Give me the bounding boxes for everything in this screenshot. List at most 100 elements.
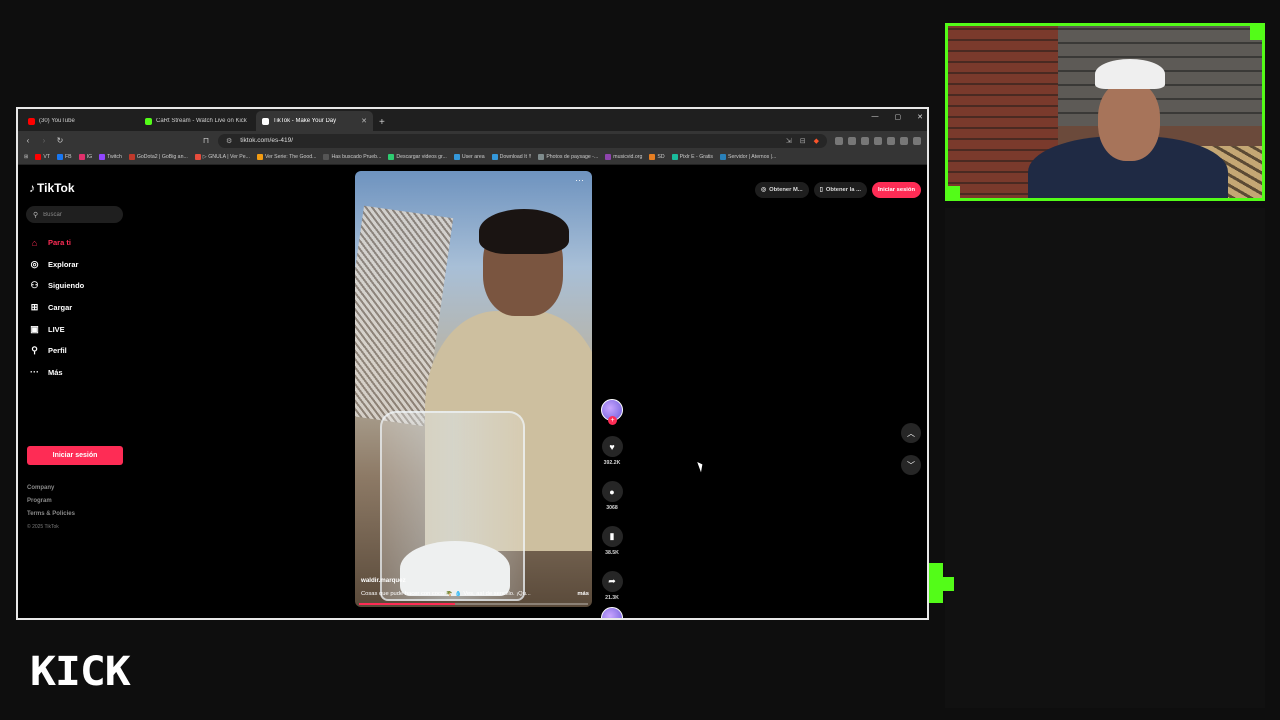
more-options-icon[interactable]: ··· [575,175,584,185]
back-icon[interactable]: ‹ [24,136,32,145]
bookmark-item[interactable]: Has buscado Prueb... [323,154,381,160]
extension-icon[interactable] [848,136,856,145]
translate-icon[interactable]: ⊟ [800,137,806,145]
bookmark-item[interactable]: Twitch [99,154,122,160]
bookmark-label: Download It !! [499,154,532,160]
bookmark-icon[interactable]: ⊓ [202,136,210,145]
sidebar-item-label: Cargar [48,303,73,313]
browser-toolbar: ‹ › ↻ ⊓ ⚙ tiktok.com/es-419/ ⇲ ⊟ ◆ [18,131,927,150]
tab-kick[interactable]: CaRt Stream - Watch Live on Kick [139,111,256,131]
bookmark-label: Servidor | Aternos |... [728,154,777,160]
search-input[interactable] [43,211,114,218]
share-icon[interactable]: ⇲ [786,137,792,145]
sidebar-item-cargar[interactable]: ⊞ Cargar [29,297,84,319]
video-username[interactable]: waldir.marquez [361,577,406,584]
login-button[interactable]: Iniciar sesión [27,446,123,465]
favicon-icon [78,154,85,160]
sidebar-item-label: Para ti [48,238,71,248]
logo-text: TikTok [37,181,75,195]
get-desktop-button[interactable]: ▯ Obtener la ... [813,182,867,198]
address-bar[interactable]: ⚙ tiktok.com/es-419/ ⇲ ⊟ ◆ [218,133,827,148]
bookmark-item[interactable]: GoDota2 | GoBig an... [128,154,188,160]
video-player[interactable]: ··· waldir.marquez Cosas que pude hacer … [355,171,592,607]
caption-more-link[interactable]: más [577,591,589,597]
bookmark-item[interactable]: SD [649,154,665,160]
bookmark-label: Descargar videos gr... [396,154,447,160]
tab-youtube[interactable]: (30) YouTube [22,111,139,131]
search-box[interactable]: ⚲ [26,206,123,223]
tab-label: (30) YouTube [39,118,75,124]
favicon-icon [538,154,545,160]
bookmark-item[interactable]: Ver Serie: The Good... [256,154,316,160]
bookmark-item[interactable]: Photos de paysage -... [538,154,598,160]
extension-icon[interactable] [887,136,895,145]
sidebar-item-siguiendo[interactable]: ⚇ Siguiendo [29,275,84,297]
bookmark-item[interactable]: IG [78,154,92,160]
favicon-icon [720,154,727,160]
bookmark-item[interactable]: VT [35,154,50,160]
heart-icon: ♥ [609,441,615,452]
tab-tiktok[interactable]: TikTok - Make Your Day ✕ [256,111,373,131]
site-info-icon[interactable]: ⚙ [226,137,232,145]
bookmark-item[interactable]: Pixlr E - Gratis [671,154,713,160]
bookmark-item[interactable]: musicvid.org [605,154,642,160]
bookmark-label: ▷ GNULA | Ver Pe... [202,154,250,160]
youtube-icon [28,117,35,125]
share-button[interactable]: ➦ [601,571,623,592]
extension-icon[interactable] [900,136,908,145]
extension-icon[interactable] [835,136,843,145]
app-icon: ◎ [761,187,767,193]
get-app-button[interactable]: ◎ Obtener M... [755,182,809,198]
kick-icon [145,117,152,125]
save-button[interactable]: ▮ [601,526,623,547]
video-progress-fill [359,603,456,605]
apps-icon[interactable]: ⊞ [24,154,28,160]
extension-icon[interactable] [861,136,869,145]
tiktok-logo[interactable]: ♪ TikTok [29,181,75,195]
extension-icon[interactable] [874,136,882,145]
close-window-icon[interactable]: ✕ [917,113,923,121]
caption-text: Cosas que pude hacer con coco 🌴 💧 Ves, a… [361,591,531,597]
previous-video-button[interactable]: ︿ [901,423,921,443]
sound-disc[interactable] [601,607,623,618]
menu-icon[interactable] [913,136,921,145]
like-button[interactable]: ♥ [601,436,623,457]
reload-icon[interactable]: ↻ [56,136,64,145]
bookmark-item[interactable]: User area [453,154,485,160]
minimize-icon[interactable]: — [872,113,879,121]
footer-link-terms[interactable]: Terms & Policies [27,511,75,524]
sidebar-item-explorar[interactable]: ◎ Explorar [29,254,84,276]
maximize-icon[interactable]: ▢ [895,113,902,121]
sidebar-item-label: Más [48,367,63,377]
next-video-button[interactable]: ﹀ [901,455,921,475]
bookmark-item[interactable]: ▷ GNULA | Ver Pe... [194,154,250,160]
bookmark-label: Twitch [107,154,122,160]
get-app-label: Obtener M... [769,187,803,193]
bookmark-item[interactable]: Download It !! [491,154,532,160]
follow-plus-icon[interactable]: + [608,416,617,425]
creator-avatar[interactable]: + [601,399,623,425]
favicon-icon [453,154,460,160]
bookmark-item[interactable]: Descargar videos gr... [388,154,447,160]
upload-icon: ⊞ [30,302,39,313]
chevron-down-icon: ﹀ [907,460,915,470]
favicon-icon [128,154,135,160]
forward-icon[interactable]: › [40,136,48,145]
footer-link-program[interactable]: Program [27,498,75,511]
footer-link-company[interactable]: Company [27,485,75,498]
sidebar-item-live[interactable]: ▣ LIVE [29,318,84,340]
close-tab-icon[interactable]: ✕ [361,117,367,125]
bookmark-item[interactable]: FB [57,154,72,160]
tiktok-icon [262,117,269,125]
comment-button[interactable]: ● [601,481,623,502]
new-tab-button[interactable]: + [373,117,391,131]
video-progress-bar[interactable] [359,603,588,605]
sidebar-item-mas[interactable]: ··· Más [29,362,84,384]
header-login-button[interactable]: Iniciar sesión [871,182,921,198]
bookmark-label: VT [43,154,50,160]
sidebar-item-para-ti[interactable]: ⌂ Para ti [29,232,84,254]
brave-shield-icon[interactable]: ◆ [814,137,819,145]
bookmark-item[interactable]: Servidor | Aternos |... [720,154,776,160]
top-actions: ◎ Obtener M... ▯ Obtener la ... Iniciar … [755,182,921,198]
sidebar-item-perfil[interactable]: ⚲ Perfil [29,340,84,362]
